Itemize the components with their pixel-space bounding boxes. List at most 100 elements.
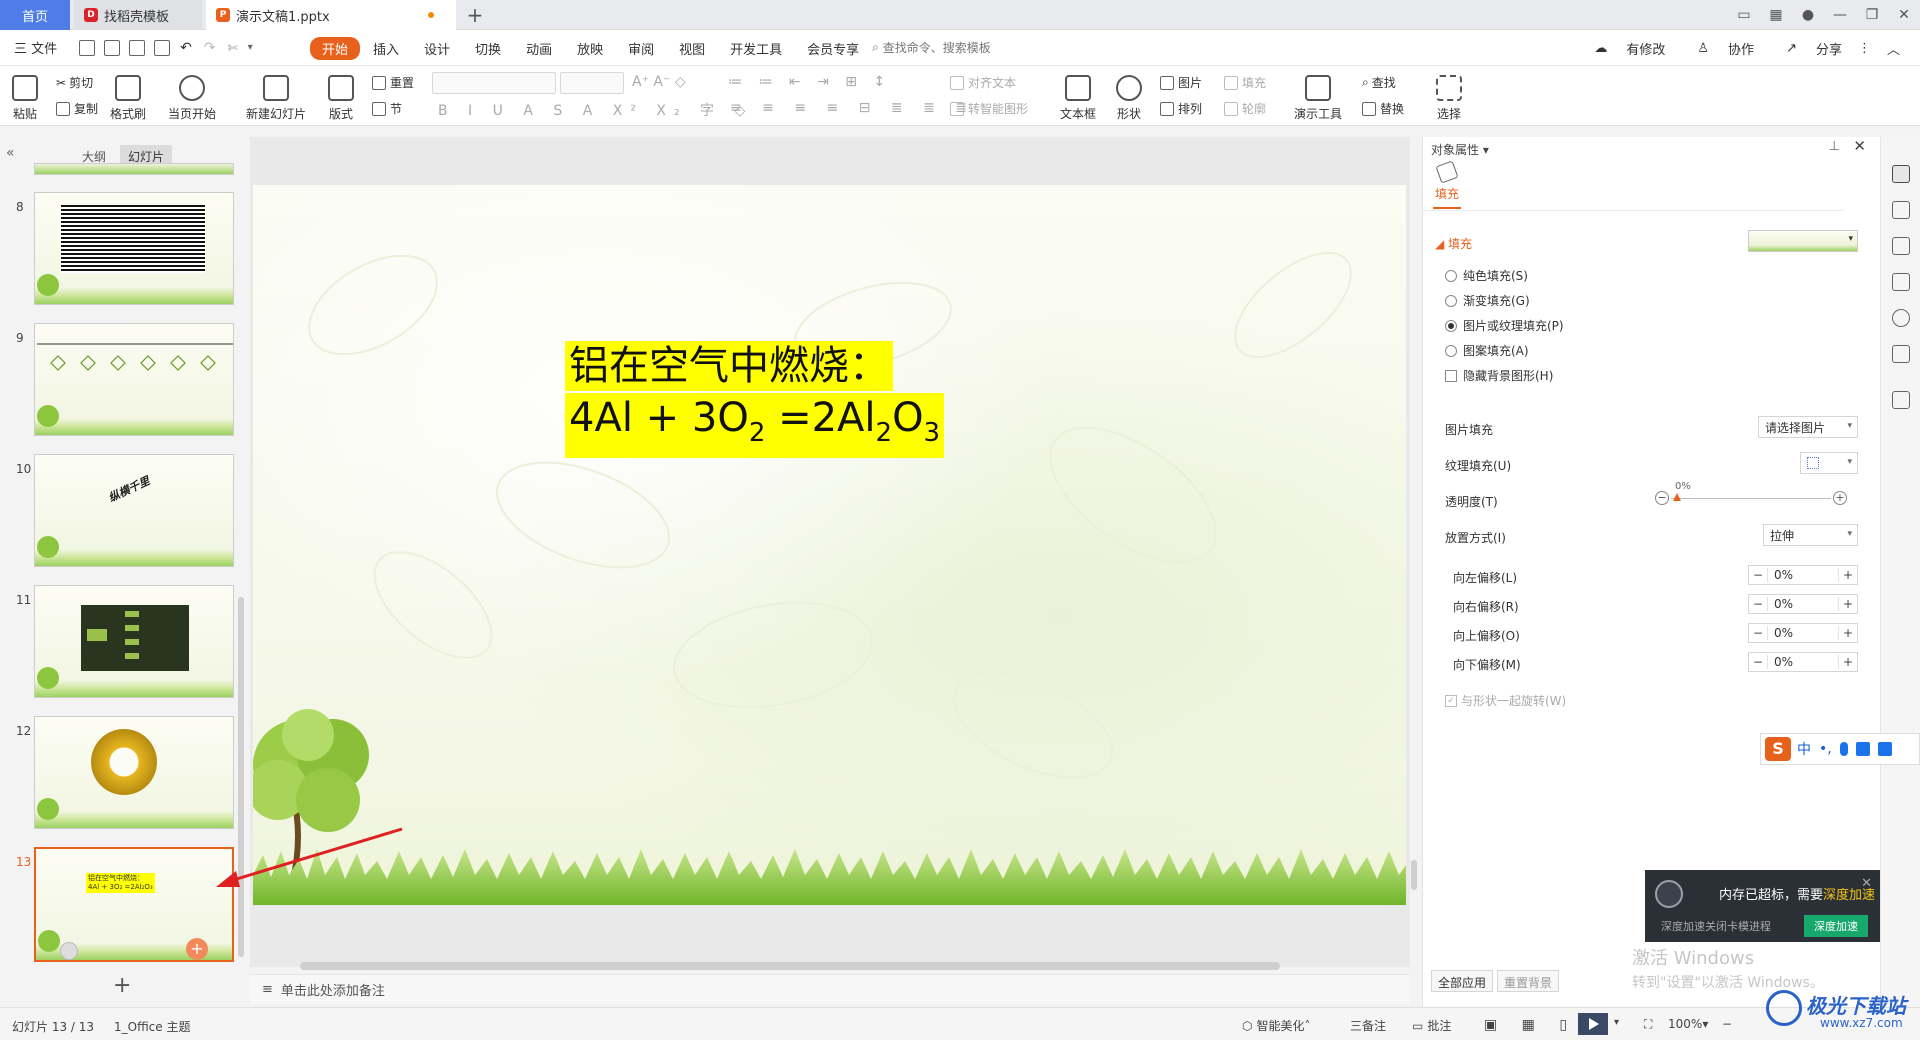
offset-right-value[interactable]: 0% bbox=[1767, 597, 1839, 611]
replace-button[interactable]: 替换 bbox=[1362, 100, 1404, 117]
plus-icon[interactable]: + bbox=[1839, 597, 1857, 611]
ime-mode[interactable]: 中 bbox=[1797, 739, 1811, 759]
cut-button[interactable]: ✂ 剪切 bbox=[56, 74, 93, 91]
slide-panel-scrollbar[interactable] bbox=[238, 597, 244, 957]
shape-button[interactable]: 形状 bbox=[1116, 70, 1142, 122]
list-icons[interactable]: ≔ ≔ ⇤ ⇥ ⊞ ↕ bbox=[728, 74, 891, 90]
collaborate-button[interactable]: ♙ 协作 bbox=[1681, 39, 1754, 58]
rocket-icon[interactable] bbox=[1892, 391, 1910, 409]
fill-preview-dropdown[interactable]: ▾ bbox=[1748, 230, 1858, 252]
play-options-icon[interactable]: ▾ bbox=[1614, 1017, 1619, 1028]
offset-bottom-stepper[interactable]: −0% + bbox=[1748, 652, 1858, 672]
select-button[interactable]: 选择 bbox=[1436, 70, 1462, 122]
tab-transition[interactable]: 切换 bbox=[463, 37, 513, 60]
slide-thumbnail[interactable] bbox=[34, 585, 234, 698]
picture-button[interactable]: 图片 bbox=[1160, 74, 1202, 91]
offset-bottom-value[interactable]: 0% bbox=[1767, 655, 1839, 669]
reset-button[interactable]: 重置 bbox=[372, 74, 414, 91]
transparency-slider[interactable]: − 0% + bbox=[1655, 481, 1847, 509]
add-slide-after-icon[interactable]: + bbox=[186, 938, 208, 960]
minus-icon[interactable]: − bbox=[1749, 655, 1767, 669]
paste-button[interactable]: 粘贴 bbox=[12, 70, 38, 122]
tab-slideshow[interactable]: 放映 bbox=[565, 37, 615, 60]
slide-title-line-1[interactable]: 铝在空气中燃烧： bbox=[565, 341, 893, 391]
presentation-tools-button[interactable]: 演示工具 bbox=[1294, 70, 1342, 122]
panel-title[interactable]: 对象属性 ▾ bbox=[1431, 141, 1489, 158]
avatar[interactable]: ● bbox=[1792, 7, 1824, 23]
texture-fill-select[interactable]: ▾ bbox=[1800, 452, 1858, 474]
comments-button[interactable]: ▭ 批注 bbox=[1412, 1017, 1451, 1034]
save-icon[interactable] bbox=[79, 39, 96, 56]
tab-home[interactable]: 首页 bbox=[0, 0, 70, 30]
close-notification-icon[interactable]: ✕ bbox=[1861, 876, 1872, 891]
minus-icon[interactable]: − bbox=[1749, 626, 1767, 640]
find-button[interactable]: ⌕ 查找 bbox=[1362, 74, 1396, 91]
radio-gradient-fill[interactable]: 渐变填充(G) bbox=[1445, 292, 1530, 309]
horizontal-scrollbar[interactable] bbox=[265, 959, 1400, 971]
tab-member[interactable]: 会员专享 bbox=[795, 37, 871, 60]
offset-right-stepper[interactable]: −0% + bbox=[1748, 594, 1858, 614]
layout-icon[interactable]: ▭ bbox=[1728, 7, 1760, 23]
ime-toolbar[interactable]: S 中 •, bbox=[1760, 733, 1920, 765]
tab-document[interactable]: P 演示文稿1.pptx bbox=[206, 0, 456, 30]
tab-developer[interactable]: 开发工具 bbox=[718, 37, 794, 60]
export-icon[interactable] bbox=[104, 39, 121, 56]
arrange-button[interactable]: 排列 bbox=[1160, 100, 1202, 117]
deep-speedup-button[interactable]: 深度加速 bbox=[1804, 915, 1868, 937]
font-grow-icon[interactable]: A⁺ A⁻ ◇ bbox=[632, 74, 686, 90]
tab-start[interactable]: 开始 bbox=[310, 37, 361, 60]
restore-button[interactable]: ❐ bbox=[1856, 7, 1888, 23]
fill-button[interactable]: 填充 bbox=[1224, 74, 1266, 91]
offset-left-stepper[interactable]: −0% + bbox=[1748, 565, 1858, 585]
share-button[interactable]: ↗ 分享 bbox=[1770, 39, 1842, 58]
print-icon[interactable] bbox=[129, 39, 146, 56]
increase-icon[interactable]: + bbox=[1833, 491, 1847, 505]
copy-layout-icon[interactable] bbox=[1892, 237, 1910, 255]
align-text-button[interactable]: 对齐文本 bbox=[950, 74, 1016, 91]
plus-icon[interactable]: + bbox=[1839, 626, 1857, 640]
minus-icon[interactable]: − bbox=[1749, 568, 1767, 582]
horizontal-scroll-thumb[interactable] bbox=[300, 962, 1280, 970]
properties-icon[interactable] bbox=[1892, 165, 1910, 183]
reset-background-button[interactable]: 重置背景 bbox=[1497, 970, 1560, 992]
apply-all-button[interactable]: 全部应用 bbox=[1431, 970, 1494, 992]
changes-button[interactable]: ☁ 有修改 bbox=[1578, 39, 1665, 58]
theme-name[interactable]: 1_Office 主题 bbox=[114, 1018, 190, 1035]
minus-icon[interactable]: − bbox=[1749, 597, 1767, 611]
apps-grid-icon[interactable] bbox=[1877, 742, 1892, 756]
offset-left-value[interactable]: 0% bbox=[1767, 568, 1839, 582]
layout-button[interactable]: 版式 bbox=[328, 70, 354, 122]
plus-icon[interactable]: + bbox=[1839, 568, 1857, 582]
start-current-button[interactable]: 当页开始 bbox=[168, 70, 216, 122]
current-slide[interactable]: 铝在空气中燃烧： 4Al + 3O2 =2Al2O3 bbox=[253, 185, 1406, 905]
tab-animation[interactable]: 动画 bbox=[514, 37, 564, 60]
new-tab-button[interactable]: + bbox=[460, 0, 490, 30]
section-button[interactable]: 节 bbox=[372, 100, 402, 117]
tab-templates[interactable]: D 找稻壳模板 bbox=[74, 0, 202, 30]
slider-knob[interactable] bbox=[1673, 493, 1681, 501]
pin-design-icon[interactable] bbox=[1892, 201, 1910, 219]
fill-section-header[interactable]: ◢ 填充 bbox=[1435, 235, 1472, 252]
offset-top-value[interactable]: 0% bbox=[1767, 626, 1839, 640]
close-button[interactable]: ✕ bbox=[1888, 7, 1920, 23]
grid-icon[interactable]: ▦ bbox=[1760, 7, 1792, 23]
font-style-icons[interactable]: B I U A S A X² X₂ 字 ◇ bbox=[438, 100, 753, 120]
play-slide-icon[interactable] bbox=[60, 942, 78, 960]
notes-toggle-button[interactable]: 三备注 bbox=[1350, 1017, 1386, 1034]
vertical-scroll-thumb[interactable] bbox=[1411, 860, 1417, 890]
format-painter-button[interactable]: 格式刷 bbox=[110, 70, 146, 122]
smart-beautify-button[interactable]: ⬡ 智能美化 ˄ bbox=[1242, 1017, 1311, 1034]
redo-icon[interactable]: ↷ bbox=[204, 40, 216, 56]
slide-thumbnail[interactable] bbox=[34, 163, 234, 175]
add-slide-button[interactable]: + bbox=[113, 973, 131, 998]
location-icon[interactable] bbox=[1892, 309, 1910, 327]
print-preview-icon[interactable] bbox=[154, 39, 171, 56]
pin-icon[interactable]: ⊥ bbox=[1829, 139, 1840, 154]
view-mode-icons[interactable]: ▣ ▦ ▯ bbox=[1484, 1017, 1577, 1033]
tab-fill[interactable]: 填充 bbox=[1433, 160, 1461, 209]
more-icon[interactable]: ⋮ bbox=[1858, 39, 1871, 58]
slide-thumbnail[interactable] bbox=[34, 716, 234, 829]
new-slide-button[interactable]: 新建幻灯片 bbox=[246, 70, 306, 122]
zoom-out-icon[interactable]: − bbox=[1722, 1017, 1732, 1031]
tab-design[interactable]: 设计 bbox=[412, 37, 462, 60]
